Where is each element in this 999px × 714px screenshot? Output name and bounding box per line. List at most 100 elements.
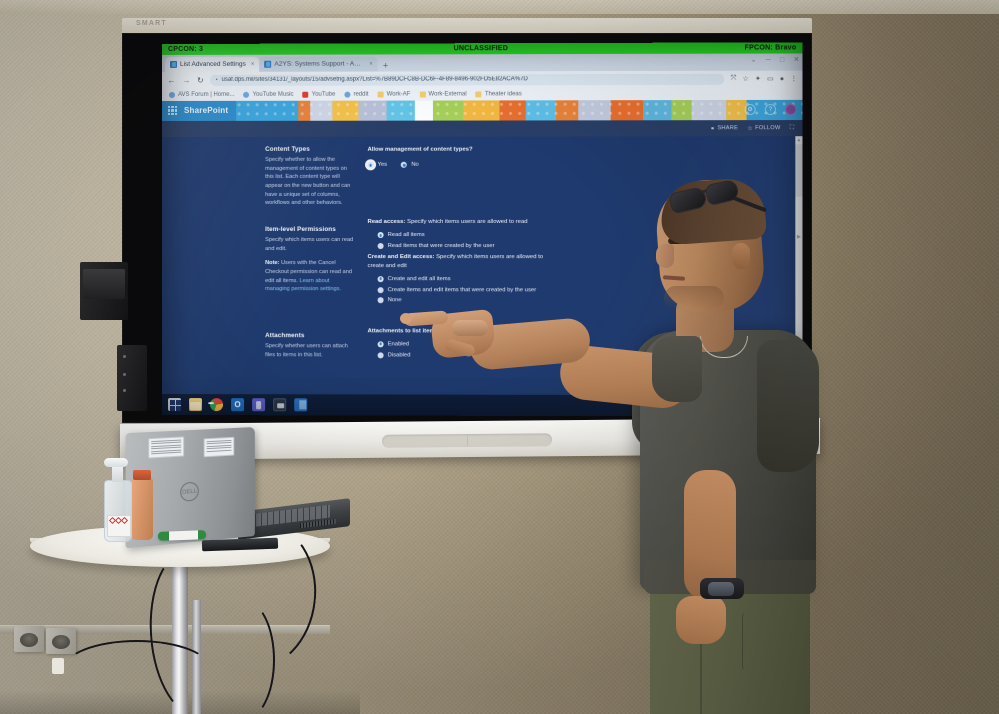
- content-types-option-yes[interactable]: Yes: [367, 161, 387, 169]
- sharepoint-favicon-icon: [169, 60, 178, 68]
- photo-scene: SMART CPCON: 3 UNCLASSIFIED FPCON: Bravo…: [0, 0, 999, 714]
- bookmark-youtube-music[interactable]: YouTube Music: [243, 91, 294, 98]
- ghs-pictogram-icon: [120, 516, 129, 525]
- browser-tab-2[interactable]: A2YS: Systems Support - A2 Tic ×: [259, 56, 378, 72]
- orange-bottle: [131, 478, 153, 540]
- bookmark-youtube[interactable]: YouTube: [302, 91, 336, 98]
- orange-bottle-cap: [133, 470, 151, 480]
- share-icon[interactable]: ⤧: [731, 75, 737, 83]
- create-edit-label: Create and Edit access:: [367, 253, 435, 261]
- create-edit-access-question: Create and Edit access: Specify which it…: [368, 253, 554, 271]
- bookmark-folder-work-external[interactable]: Work-External: [419, 91, 467, 98]
- create-edit-option-own[interactable]: Create items and edit items that were cr…: [368, 286, 554, 295]
- radio-button[interactable]: [401, 162, 408, 169]
- presenter-hand-right: [676, 596, 726, 644]
- create-edit-option-none[interactable]: None: [368, 297, 554, 306]
- create-edit-option-all[interactable]: Create and edit all items: [368, 275, 554, 284]
- omnibox-actions: ⤧ ☆ ✦ ▭ ● ⋮: [731, 75, 798, 83]
- chrome-icon[interactable]: [210, 398, 224, 412]
- site-info-icon[interactable]: ▪: [216, 77, 218, 83]
- reload-icon[interactable]: ↻: [197, 75, 204, 84]
- sharepoint-action-bar: ⚭ SHARE ☆ FOLLOW ⛶: [162, 120, 803, 137]
- scrollbar-thumb[interactable]: [795, 144, 803, 197]
- sharepoint-brand-link[interactable]: SharePoint: [184, 106, 228, 115]
- teams-icon[interactable]: [252, 398, 266, 412]
- browser-toolbar: ← → ↻ ▪ usaf.dps.mil/sites/34131/_layout…: [162, 70, 803, 88]
- file-explorer-icon[interactable]: [189, 398, 203, 412]
- folder-icon: [419, 91, 426, 98]
- focus-on-content-button[interactable]: ⛶: [790, 125, 795, 132]
- share-button[interactable]: ⚭ SHARE: [710, 125, 738, 132]
- radio-button[interactable]: [377, 275, 384, 282]
- content-types-controls: Allow management of content types? Yes N…: [367, 146, 554, 173]
- laptop-sticker-right: [203, 436, 235, 458]
- section-description: Specify which items users can read and e…: [265, 236, 354, 252]
- profile-avatar-icon[interactable]: ●: [780, 75, 784, 82]
- profile-chevron-icon[interactable]: ⌄: [751, 56, 757, 64]
- follow-button[interactable]: ☆ FOLLOW: [747, 125, 780, 132]
- dell-logo: DELL: [179, 481, 200, 503]
- option-label: Read items that were created by the user: [387, 243, 495, 250]
- radio-button[interactable]: [377, 286, 384, 293]
- item-level-permissions-description: Item-level Permissions Specify which ite…: [265, 226, 353, 294]
- read-access-text: Specify which items users are allowed to…: [405, 219, 528, 226]
- maximize-icon[interactable]: □: [780, 56, 784, 63]
- scroll-down-arrow-icon[interactable]: ▶: [795, 233, 802, 240]
- bookmark-label: Theater ideas: [484, 90, 522, 97]
- bookmark-folder-theater-ideas[interactable]: Theater ideas: [475, 90, 522, 97]
- side-panel-icon[interactable]: ▭: [767, 75, 774, 83]
- minimize-icon[interactable]: ─: [766, 56, 771, 63]
- radio-button[interactable]: [367, 162, 374, 169]
- content-types-option-no[interactable]: No: [401, 161, 419, 169]
- radio-button[interactable]: [377, 243, 384, 250]
- display-bezel-top: SMART: [122, 18, 812, 34]
- youtube-icon: [302, 91, 309, 98]
- radio-button[interactable]: [377, 297, 384, 304]
- bookmark-label: Work-AF: [386, 91, 411, 98]
- share-label: SHARE: [717, 125, 739, 132]
- new-tab-button[interactable]: +: [378, 60, 393, 71]
- scroll-up-arrow-icon[interactable]: ▲: [795, 136, 802, 143]
- help-icon[interactable]: ?: [764, 103, 777, 116]
- presenter-sleeve-left: [652, 336, 702, 402]
- bookmark-label: YouTube Music: [252, 91, 294, 98]
- close-window-icon[interactable]: ✕: [793, 55, 799, 64]
- chrome-menu-icon[interactable]: ⋮: [790, 75, 797, 83]
- presenter-ear: [732, 243, 750, 269]
- close-tab-icon[interactable]: ×: [251, 61, 255, 67]
- extensions-icon[interactable]: ✦: [755, 75, 761, 83]
- back-icon[interactable]: ←: [167, 75, 176, 84]
- bookmark-label: YouTube: [311, 91, 336, 98]
- sharepoint-suite-bar: SharePoint ⚙ ?: [162, 99, 803, 121]
- window-icon[interactable]: [273, 398, 287, 412]
- radio-button[interactable]: [377, 351, 384, 358]
- bookmark-star-icon[interactable]: ☆: [742, 75, 748, 83]
- radio-button[interactable]: [377, 340, 384, 347]
- gear-icon[interactable]: ⚙: [744, 103, 756, 116]
- focus-on-content-icon: ⛶: [789, 124, 795, 131]
- follow-label: FOLLOW: [755, 125, 781, 132]
- classification-level: UNCLASSIFIED: [453, 45, 509, 53]
- wall-mount-bracket-upper: [80, 262, 128, 320]
- app-launcher-icon[interactable]: [167, 105, 177, 115]
- hand-sanitizer-bottle: [104, 480, 132, 542]
- browser-tab-1[interactable]: List Advanced Settings ×: [164, 56, 260, 72]
- folder-icon: [377, 91, 384, 98]
- tab-title: List Advanced Settings: [180, 60, 246, 68]
- bookmark-avs-forum[interactable]: AVS Forum | Home...: [168, 91, 235, 98]
- bookmark-folder-work-af[interactable]: Work-AF: [377, 91, 411, 98]
- radio-button[interactable]: [377, 232, 384, 239]
- read-option-own[interactable]: Read items that were created by the user: [368, 242, 554, 250]
- start-button[interactable]: [167, 398, 182, 412]
- bookmark-reddit[interactable]: reddit: [344, 91, 369, 98]
- outlook-icon[interactable]: [231, 398, 245, 412]
- avatar[interactable]: [785, 103, 797, 116]
- read-option-all[interactable]: Read all items: [368, 231, 554, 239]
- office-icon[interactable]: [294, 398, 308, 412]
- option-label: Create and edit all items: [387, 275, 451, 282]
- presenter-knuckles: [452, 320, 488, 336]
- forward-icon[interactable]: →: [182, 75, 191, 84]
- speaker-grille: [382, 433, 552, 448]
- close-tab-icon[interactable]: ×: [369, 61, 373, 67]
- address-bar[interactable]: ▪ usaf.dps.mil/sites/34131/_layouts/15/a…: [209, 73, 725, 86]
